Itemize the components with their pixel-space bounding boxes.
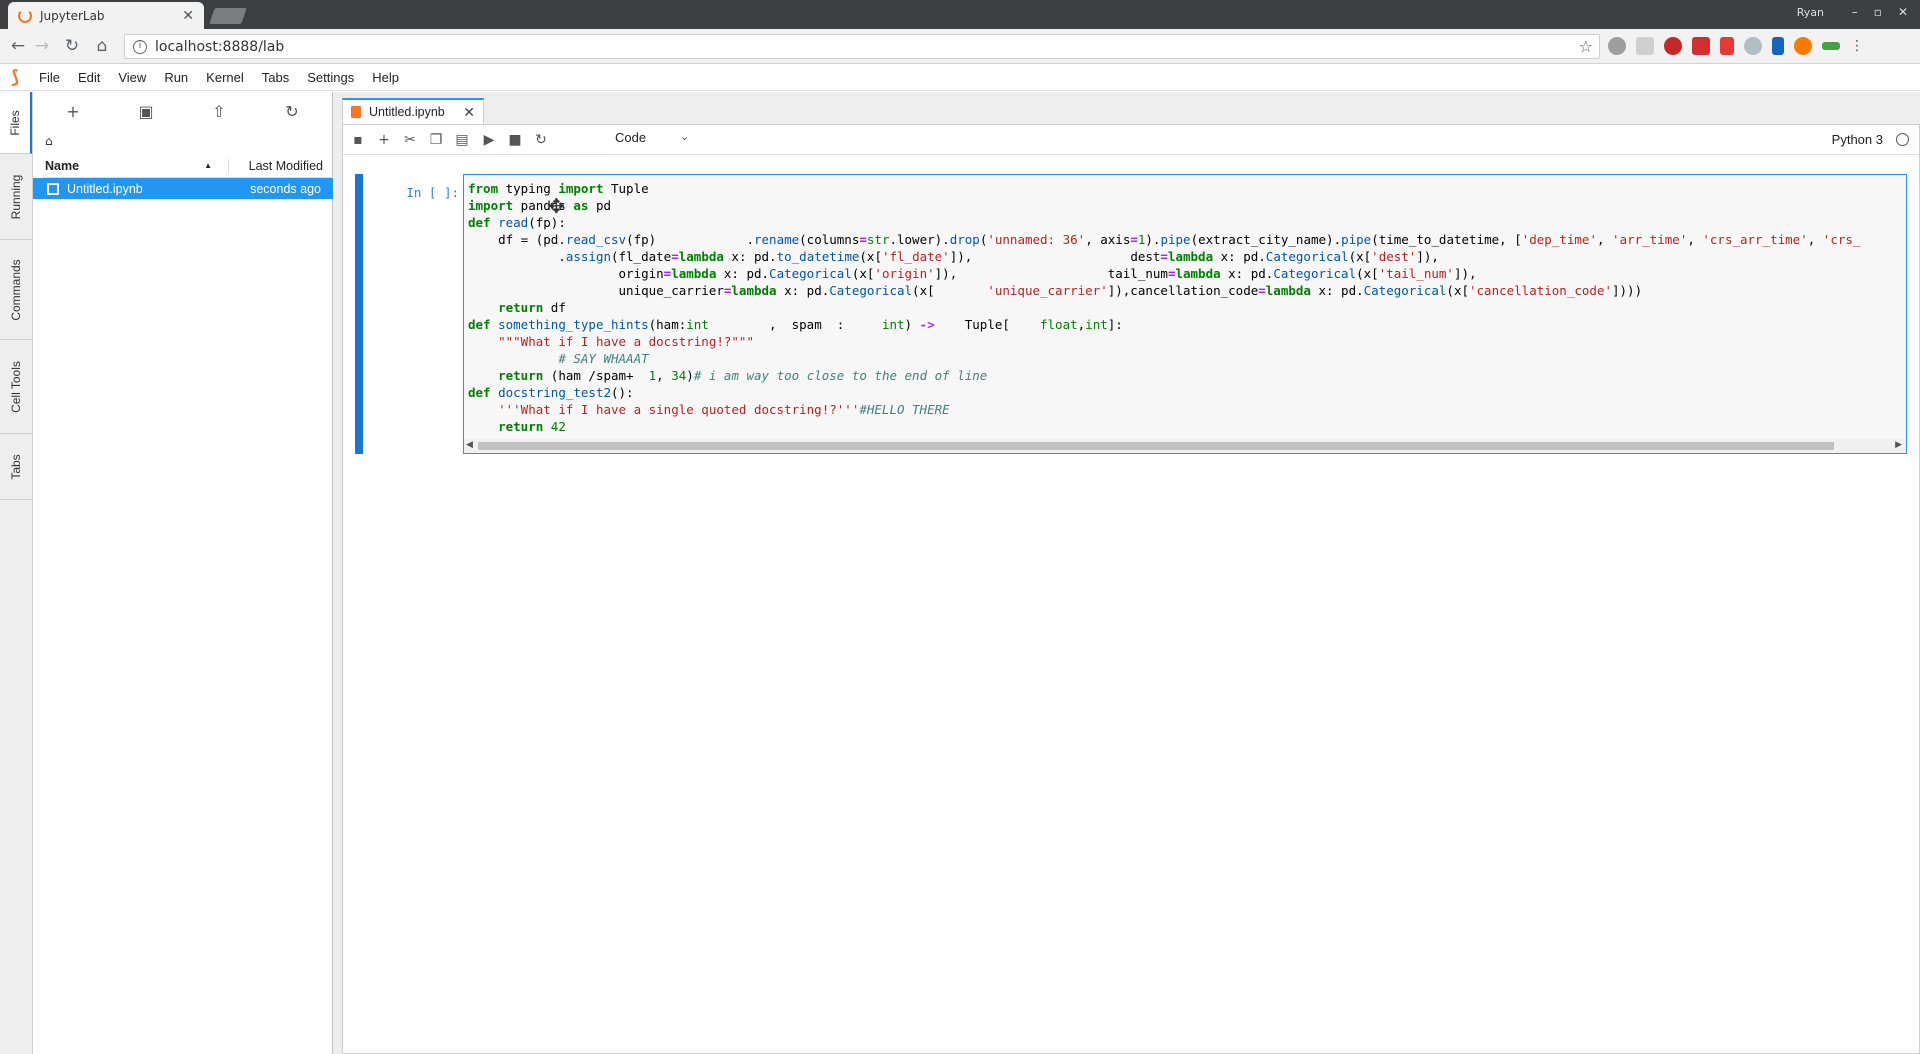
file-list-item[interactable]: Untitled.ipynb seconds ago [33,178,333,199]
file-browser-toolbar: + ▣ ⇧ ↻ [33,100,333,124]
file-list-header: Name ▲ Last Modified [43,154,333,178]
sidebar-tab-commands[interactable]: Commands [0,240,32,340]
insert-cell-icon[interactable]: + [373,130,395,150]
extension-lastpass-icon[interactable] [1692,37,1710,55]
notebook-tab-icon [351,106,361,118]
browser-tab-title: JupyterLab [40,8,105,23]
close-notebook-tab-icon[interactable]: ✕ [463,104,475,121]
jupyter-favicon-icon [18,8,32,23]
home-icon[interactable]: ⌂ [92,36,112,56]
breadcrumb-home-icon[interactable]: ⌂ [45,134,53,148]
jupyter-logo-icon: ⟆ [10,67,20,88]
browser-menu-icon[interactable]: ⋮ [1850,37,1864,55]
scroll-left-icon[interactable]: ◀ [466,440,473,450]
bookmark-star-icon[interactable]: ☆ [1579,37,1593,56]
extension-green-icon[interactable] [1822,42,1840,50]
reload-icon[interactable]: ↻ [62,36,82,56]
extension-grey-icon[interactable] [1636,37,1654,55]
browser-tab[interactable]: JupyterLab ✕ [8,2,204,29]
close-tab-icon[interactable]: ✕ [182,8,194,24]
stop-icon[interactable]: ■ [504,130,526,150]
file-modified: seconds ago [250,181,321,196]
cell-type-select[interactable]: Code [615,130,646,145]
menu-file[interactable]: File [30,70,69,85]
notebook-tab[interactable]: Untitled.ipynb ✕ [342,98,484,124]
url-text[interactable]: localhost:8888/lab [155,39,1579,55]
menu-settings[interactable]: Settings [298,70,363,85]
restart-kernel-icon[interactable]: ↻ [530,130,552,150]
main-dock-area: Untitled.ipynb ✕ ▪ + ✂ ❐ ▤ ▶ ■ ↻ Code ⌄ … [333,92,1920,1054]
run-icon[interactable]: ▶ [478,130,500,150]
forward-arrow-icon[interactable]: → [32,36,52,56]
site-info-icon[interactable]: i [133,39,147,54]
close-window-icon[interactable]: ✕ [1898,5,1908,19]
kernel-status-icon [1896,133,1909,146]
code-editor[interactable]: from typing import Tuple import pandas a… [463,174,1907,454]
file-browser-panel: + ▣ ⇧ ↻ ⌂ Name ▲ Last Modified Untitled.… [33,92,333,1054]
menu-help[interactable]: Help [363,70,408,85]
notebook-file-icon [47,182,59,195]
window-controls: – ▫ ✕ [1852,5,1908,19]
refresh-icon[interactable]: ↻ [279,100,305,124]
url-bar[interactable]: i localhost:8888/lab ☆ [124,34,1600,59]
left-sidebar-tabs: Files Running Commands Cell Tools Tabs [0,92,33,1054]
file-row-selected[interactable]: Untitled.ipynb seconds ago [33,178,333,199]
notebook-tab-label: Untitled.ipynb [369,105,445,119]
notebook-panel: ▪ + ✂ ❐ ▤ ▶ ■ ↻ Code ⌄ Python 3 In [ ]: … [342,124,1920,1054]
menu-kernel[interactable]: Kernel [197,70,253,85]
new-launcher-icon[interactable]: + [60,100,86,124]
browser-user-badge[interactable]: Ryan [1797,6,1824,19]
address-bar-area: ← → ↻ ⌂ i localhost:8888/lab ☆ ⋮ [0,29,1920,64]
new-tab-button[interactable] [209,8,247,24]
maximize-icon[interactable]: ▫ [1874,5,1882,19]
file-name: Untitled.ipynb [67,181,143,196]
adblock-icon[interactable] [1664,37,1682,55]
extension-s-icon[interactable] [1772,37,1784,55]
menu-run[interactable]: Run [155,70,197,85]
scrollbar-thumb[interactable] [478,442,1834,450]
save-icon[interactable]: ▪ [347,130,369,150]
notebook-toolbar: ▪ + ✂ ❐ ▤ ▶ ■ ↻ Code ⌄ Python 3 [343,125,1919,155]
extension-move-icon[interactable] [1744,37,1762,55]
column-name-header[interactable]: Name ▲ [43,158,229,173]
sidebar-tab-files[interactable]: Files [0,92,32,154]
browser-titlebar: JupyterLab ✕ Ryan – ▫ ✕ [0,0,1920,29]
sidebar-tab-tabs[interactable]: Tabs [0,434,32,500]
kernel-name[interactable]: Python 3 [1832,132,1883,147]
horizontal-scrollbar[interactable]: ◀ ▶ [464,439,1906,453]
sidebar-tab-running[interactable]: Running [0,154,32,240]
back-arrow-icon[interactable]: ← [8,36,28,56]
cut-icon[interactable]: ✂ [399,130,421,150]
code-content[interactable]: from typing import Tuple import pandas a… [468,180,1860,435]
sidebar-tab-cell-tools[interactable]: Cell Tools [0,340,32,434]
cell-collapser[interactable] [355,174,363,454]
new-folder-icon[interactable]: ▣ [133,100,159,124]
menu-view[interactable]: View [109,70,155,85]
copy-icon[interactable]: ❐ [425,130,447,150]
menu-tabs[interactable]: Tabs [253,70,298,85]
chevron-down-icon[interactable]: ⌄ [680,130,689,143]
move-cursor-icon: ✥ [548,194,565,218]
scroll-right-icon[interactable]: ▶ [1895,440,1902,450]
upload-icon[interactable]: ⇧ [206,100,232,124]
extension-bookmark-icon[interactable] [1720,37,1734,55]
extension-icons: ⋮ [1608,37,1864,55]
extension-orange-icon[interactable] [1794,37,1812,55]
minimize-icon[interactable]: – [1852,5,1858,19]
column-last-modified-header[interactable]: Last Modified [229,159,333,173]
input-prompt: In [ ]: [406,185,459,200]
extension-shield-icon[interactable] [1608,37,1626,55]
code-cell[interactable]: In [ ]: from typing import Tuple import … [355,174,1909,454]
paste-icon[interactable]: ▤ [451,130,473,150]
menu-edit[interactable]: Edit [69,70,109,85]
menu-bar: ⟆ File Edit View Run Kernel Tabs Setting… [0,65,1920,91]
sort-ascending-icon: ▲ [204,160,212,170]
